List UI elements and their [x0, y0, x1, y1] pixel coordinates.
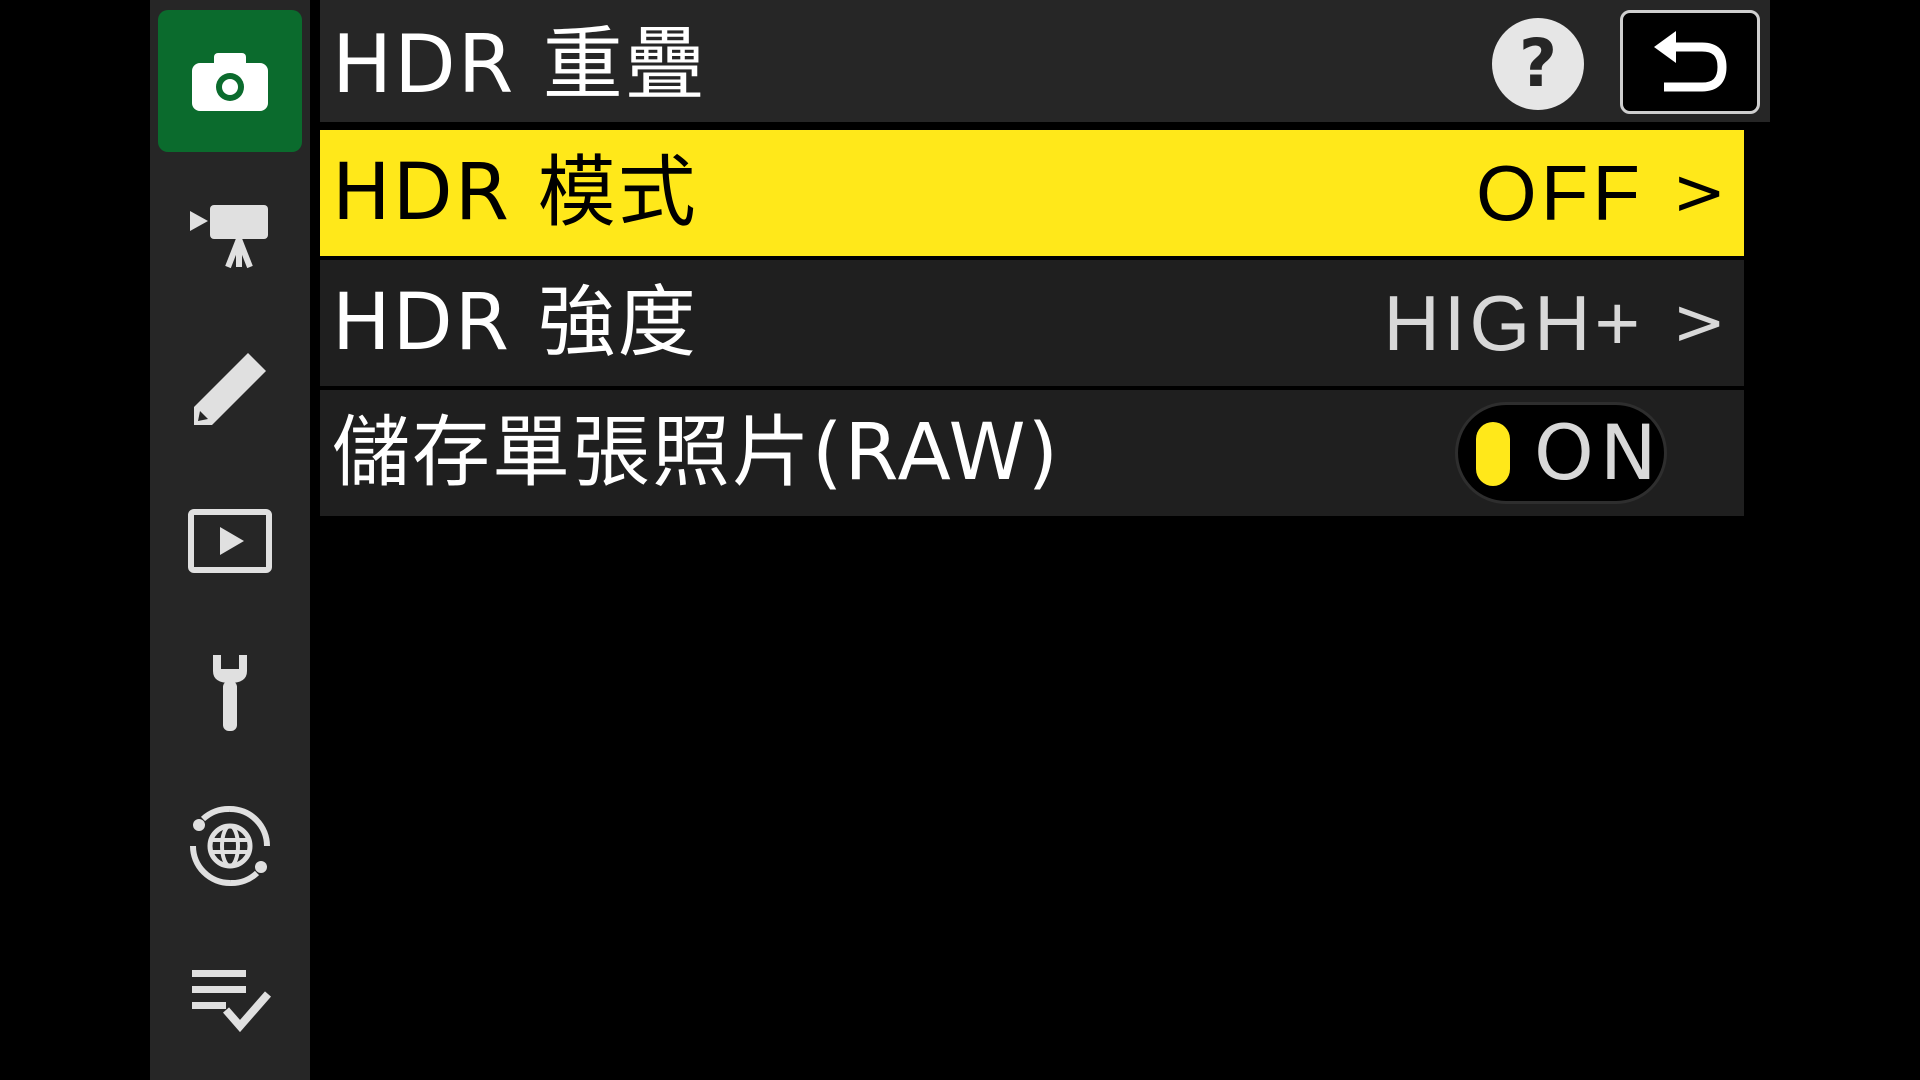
tab-movie-shooting[interactable] [158, 165, 302, 307]
menu-row-value: HIGH+ [1383, 279, 1644, 367]
menu-row-hdr-strength[interactable]: HDR 強度 HIGH+ > [320, 260, 1744, 386]
menu-row-hdr-mode[interactable]: HDR 模式 OFF > [320, 130, 1744, 256]
chevron-right-icon: > [1672, 286, 1726, 360]
menu-row-label: HDR 模式 [332, 148, 698, 238]
tab-network[interactable] [158, 775, 302, 917]
tab-retouch[interactable] [158, 318, 302, 460]
pencil-icon [194, 353, 266, 425]
menu-row-label: HDR 強度 [332, 278, 698, 368]
movie-camera-icon [190, 205, 268, 269]
return-arrow-icon [1654, 31, 1727, 92]
back-button[interactable] [1620, 10, 1760, 114]
menu-row-value: OFF [1476, 149, 1644, 237]
playback-icon [188, 509, 272, 573]
menu-row-save-individual-raw[interactable]: 儲存單張照片(RAW) ON [320, 390, 1744, 516]
menu-row-label: 儲存單張照片(RAW) [332, 408, 1061, 498]
toggle-state-label: ON [1534, 408, 1663, 497]
wrench-icon [213, 655, 247, 731]
menu-header: HDR 重疊 ? [320, 0, 1770, 122]
toggle-knob [1476, 422, 1510, 486]
tab-playback[interactable] [158, 470, 302, 612]
sidebar [150, 0, 310, 1080]
tab-setup[interactable] [158, 622, 302, 764]
page-title: HDR 重疊 [332, 18, 707, 111]
save-raw-toggle[interactable]: ON [1455, 402, 1667, 504]
camera-icon [192, 53, 268, 111]
tab-my-menu[interactable] [158, 928, 302, 1070]
network-globe-icon [190, 805, 270, 887]
chevron-right-icon: > [1672, 156, 1726, 230]
my-menu-checklist-icon [192, 970, 272, 1033]
tab-photo-shooting[interactable] [158, 10, 302, 152]
help-button[interactable]: ? [1492, 18, 1584, 110]
